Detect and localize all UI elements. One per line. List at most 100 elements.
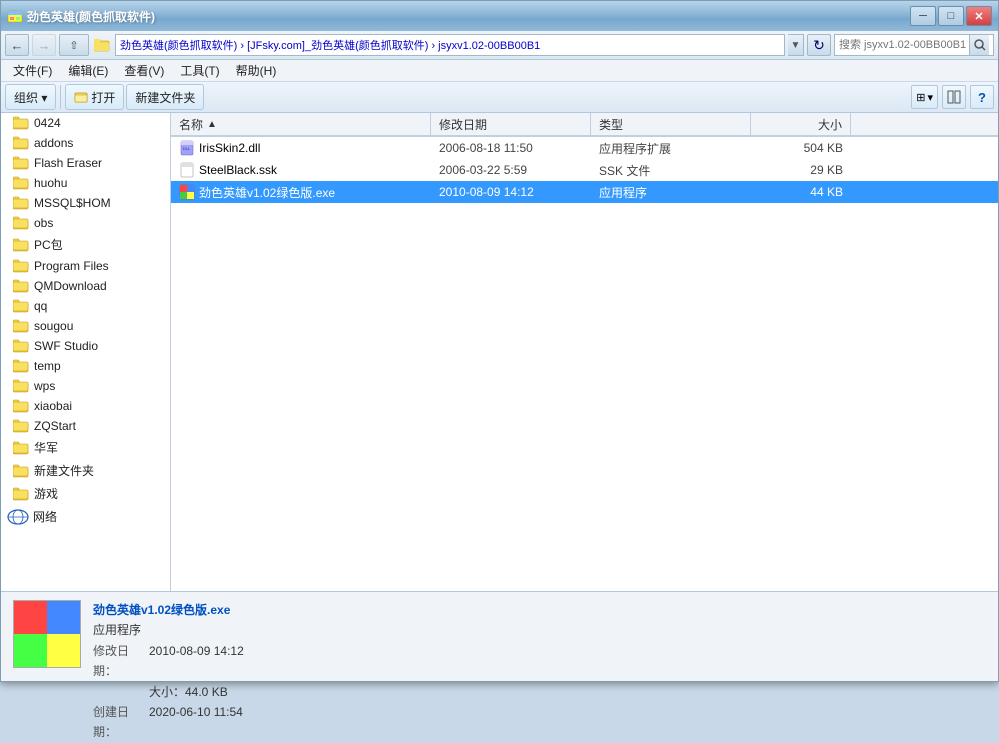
back-button[interactable]: ← <box>5 34 29 56</box>
sidebar-item-0424[interactable]: 0424 <box>1 113 170 133</box>
menu-tools[interactable]: 工具(T) <box>172 59 227 82</box>
folder-icon <box>13 176 29 190</box>
folder-icon <box>13 156 29 170</box>
folder-name: Program Files <box>34 259 109 273</box>
maximize-button[interactable]: □ <box>938 6 964 26</box>
folder-icon <box>13 136 29 150</box>
up-button[interactable]: ⇧ <box>59 34 89 56</box>
window: 劲色英雄(颜色抓取软件) ─ □ ✕ ← → ⇧ 劲色英雄(颜色抓取软件) › … <box>0 0 999 682</box>
preview-modify: 修改日期： 2010-08-09 14:12 <box>93 641 986 682</box>
sidebar-item-temp[interactable]: temp <box>1 356 170 376</box>
folder-name: qq <box>34 299 47 313</box>
file-date: 2010-08-09 14:12 <box>431 185 591 199</box>
sidebar-item-ZQStart[interactable]: ZQStart <box>1 416 170 436</box>
sidebar-item-huohu[interactable]: huohu <box>1 173 170 193</box>
search-input[interactable] <box>839 39 969 51</box>
new-folder-button[interactable]: 新建文件夹 <box>126 84 204 110</box>
file-type: 应用程序 <box>591 184 751 201</box>
folder-name: PC包 <box>34 236 63 253</box>
folder-name: 游戏 <box>34 485 58 502</box>
organize-label: 组织 ▾ <box>14 89 47 106</box>
folder-icon <box>13 259 29 273</box>
file-date: 2006-03-22 5:59 <box>431 163 591 177</box>
refresh-button[interactable]: ↻ <box>807 34 831 56</box>
menu-view[interactable]: 查看(V) <box>116 59 172 82</box>
pane-icon <box>947 90 961 104</box>
organize-button[interactable]: 组织 ▾ <box>5 84 56 110</box>
pane-button[interactable] <box>942 85 966 109</box>
col-header-size[interactable]: 大小 <box>751 113 851 135</box>
file-row[interactable]: DLL IrisSkin2.dll 2006-08-18 11:50 应用程序扩… <box>171 137 998 159</box>
file-rows: DLL IrisSkin2.dll 2006-08-18 11:50 应用程序扩… <box>171 137 998 591</box>
folder-icon <box>13 441 29 455</box>
sidebar-item-QMDownload[interactable]: QMDownload <box>1 276 170 296</box>
folder-name: sougou <box>34 319 73 333</box>
file-size: 29 KB <box>751 163 851 177</box>
search-button[interactable] <box>969 35 989 55</box>
file-icon-dll: DLL <box>179 140 195 156</box>
menu-edit[interactable]: 编辑(E) <box>60 59 116 82</box>
sidebar-item-游戏[interactable]: 游戏 <box>1 482 170 505</box>
folder-icon <box>13 238 29 252</box>
title-bar-text: 劲色英雄(颜色抓取软件) <box>27 8 910 25</box>
file-date: 2006-08-18 11:50 <box>431 141 591 155</box>
minimize-button[interactable]: ─ <box>910 6 936 26</box>
sidebar-item-qq[interactable]: qq <box>1 296 170 316</box>
close-button[interactable]: ✕ <box>966 6 992 26</box>
folder-icon <box>13 216 29 230</box>
title-bar: 劲色英雄(颜色抓取软件) ─ □ ✕ <box>1 1 998 31</box>
folder-name: huohu <box>34 176 67 190</box>
preview-info: 劲色英雄v1.02绿色版.exe 应用程序 修改日期： 2010-08-09 1… <box>93 600 986 743</box>
sidebar-item-xiaobai[interactable]: xiaobai <box>1 396 170 416</box>
sidebar-item-SWF Studio[interactable]: SWF Studio <box>1 336 170 356</box>
col-header-type[interactable]: 类型 <box>591 113 751 135</box>
sidebar-item-PC包[interactable]: PC包 <box>1 233 170 256</box>
file-size: 504 KB <box>751 141 851 155</box>
address-path[interactable]: 劲色英雄(颜色抓取软件) › [JFsky.com]_劲色英雄(颜色抓取软件) … <box>115 34 785 56</box>
help-button[interactable]: ? <box>970 85 994 109</box>
sidebar-item-wps[interactable]: wps <box>1 376 170 396</box>
folder-icon <box>13 319 29 333</box>
folder-name: wps <box>34 379 55 393</box>
file-name-cell: DLL IrisSkin2.dll <box>171 140 431 156</box>
sidebar-item-addons[interactable]: addons <box>1 133 170 153</box>
file-type: SSK 文件 <box>591 162 751 179</box>
preview-type: 应用程序 <box>93 620 986 640</box>
new-folder-label: 新建文件夹 <box>135 89 195 106</box>
folder-icon <box>13 399 29 413</box>
folder-name: obs <box>34 216 53 230</box>
col-header-date[interactable]: 修改日期 <box>431 113 591 135</box>
open-button[interactable]: 打开 <box>65 84 124 110</box>
folder-icon <box>13 464 29 478</box>
sidebar-item-Flash Eraser[interactable]: Flash Eraser <box>1 153 170 173</box>
sidebar-network[interactable]: 网络 <box>1 505 170 528</box>
menu-bar: 文件(F) 编辑(E) 查看(V) 工具(T) 帮助(H) <box>1 60 998 82</box>
file-row[interactable]: SteelBlack.ssk 2006-03-22 5:59 SSK 文件 29… <box>171 159 998 181</box>
file-row[interactable]: 劲色英雄v1.02绿色版.exe 2010-08-09 14:12 应用程序 4… <box>171 181 998 203</box>
col-header-name[interactable]: 名称 ▲ <box>171 113 431 135</box>
sidebar: 0424 addons Flash Eraser huohu MSSQL$HOM… <box>1 113 171 591</box>
preview-thumbnail <box>13 600 81 668</box>
folder-name: Flash Eraser <box>34 156 102 170</box>
address-folder-icon <box>94 38 110 52</box>
folder-name: SWF Studio <box>34 339 98 353</box>
sidebar-item-华军[interactable]: 华军 <box>1 436 170 459</box>
folder-name: temp <box>34 359 61 373</box>
menu-help[interactable]: 帮助(H) <box>228 59 285 82</box>
open-icon <box>74 90 88 104</box>
sidebar-item-obs[interactable]: obs <box>1 213 170 233</box>
sidebar-item-新建文件夹[interactable]: 新建文件夹 <box>1 459 170 482</box>
network-label: 网络 <box>33 508 57 525</box>
preview-size-row: 大小：44.0 KB <box>93 682 986 702</box>
toolbar: 组织 ▾ 打开 新建文件夹 ⊞▾ ? <box>1 82 998 113</box>
sidebar-item-sougou[interactable]: sougou <box>1 316 170 336</box>
network-icon <box>7 509 29 525</box>
sidebar-item-Program Files[interactable]: Program Files <box>1 256 170 276</box>
folder-name: QMDownload <box>34 279 107 293</box>
address-dropdown-button[interactable]: ▼ <box>788 34 804 56</box>
menu-file[interactable]: 文件(F) <box>5 59 60 82</box>
sidebar-item-MSSQL$HOM[interactable]: MSSQL$HOM <box>1 193 170 213</box>
forward-button[interactable]: → <box>32 34 56 56</box>
view-button[interactable]: ⊞▾ <box>911 85 938 109</box>
search-icon <box>974 39 986 51</box>
